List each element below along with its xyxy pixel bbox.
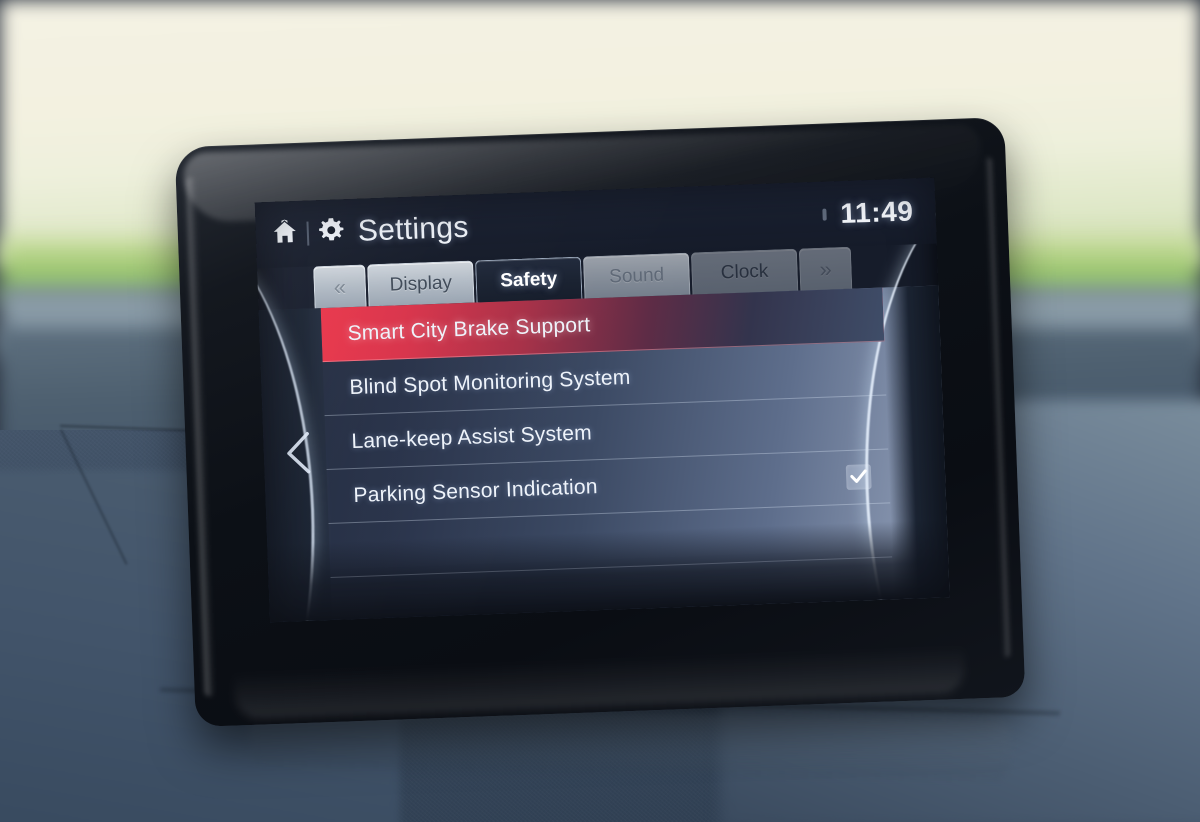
- checkbox-checked[interactable]: [845, 464, 872, 491]
- status-indicator: [822, 208, 827, 221]
- tab-scroll-next-button[interactable]: »: [798, 246, 853, 291]
- row-spacer: [590, 315, 865, 325]
- header-spacer: [469, 215, 823, 228]
- infotainment-unit: Settings 11:49 « Display Safety Sound Cl…: [174, 116, 1026, 728]
- list-item-label: Lane-keep Assist System: [351, 420, 593, 453]
- list-item-label: Parking Sensor Indication: [353, 474, 599, 507]
- home-icon[interactable]: [271, 218, 298, 250]
- row-spacer: [630, 369, 867, 378]
- tab-safety[interactable]: Safety: [474, 256, 583, 303]
- header-divider: [306, 221, 310, 246]
- page-title: Settings: [357, 210, 470, 248]
- list-item-label: Smart City Brake Support: [347, 312, 591, 345]
- touchscreen-display[interactable]: Settings 11:49 « Display Safety Sound Cl…: [254, 177, 950, 623]
- row-spacer: [592, 423, 869, 433]
- header-icon-group: [271, 216, 345, 251]
- back-button[interactable]: [275, 426, 321, 485]
- tab-clock[interactable]: Clock: [690, 248, 799, 295]
- settings-content-panel: Smart City Brake Support Blind Spot Moni…: [254, 177, 950, 623]
- tab-sound[interactable]: Sound: [582, 252, 691, 299]
- tab-scroll-prev-button[interactable]: «: [313, 264, 367, 309]
- clock-display: 11:49: [839, 195, 915, 230]
- row-spacer: [598, 478, 847, 487]
- safety-settings-list: Smart City Brake Support Blind Spot Moni…: [320, 287, 893, 578]
- gear-icon[interactable]: [317, 216, 345, 249]
- list-item-label: Blind Spot Monitoring System: [349, 365, 631, 399]
- tab-display[interactable]: Display: [367, 260, 475, 307]
